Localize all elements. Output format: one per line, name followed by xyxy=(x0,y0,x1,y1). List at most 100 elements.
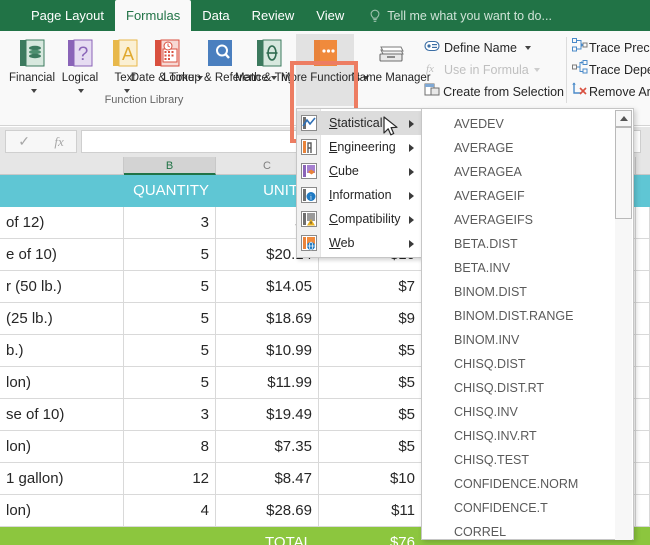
total-cell-g[interactable] xyxy=(636,527,650,545)
cell-d-10[interactable]: $11 xyxy=(319,495,422,527)
function-item[interactable]: CHISQ.DIST xyxy=(422,352,633,376)
cell-b-4[interactable]: 5 xyxy=(124,303,216,335)
cell-c-7[interactable]: $19.49 xyxy=(216,399,319,431)
cell-c-9[interactable]: $8.47 xyxy=(216,463,319,495)
cell-c-5[interactable]: $10.99 xyxy=(216,335,319,367)
define-name-button[interactable]: Define Name xyxy=(424,37,564,59)
tab-view[interactable]: View xyxy=(305,0,355,31)
cell-g-10[interactable] xyxy=(636,495,650,527)
cell-b-3[interactable]: 5 xyxy=(124,271,216,303)
total-cell-value[interactable]: $76 xyxy=(319,527,422,545)
function-item[interactable]: CHISQ.DIST.RT xyxy=(422,376,633,400)
cell-b-10[interactable]: 4 xyxy=(124,495,216,527)
cell-c-6[interactable]: $11.99 xyxy=(216,367,319,399)
function-item[interactable]: BINOM.INV xyxy=(422,328,633,352)
column-header-g[interactable] xyxy=(636,157,650,175)
cell-c-8[interactable]: $7.35 xyxy=(216,431,319,463)
menu-item-statistical[interactable]: Statistical xyxy=(297,111,421,135)
cell-d-3[interactable]: $7 xyxy=(319,271,422,303)
cell-d-7[interactable]: $5 xyxy=(319,399,422,431)
total-cell-label[interactable]: TOTAL xyxy=(216,527,319,545)
cell-a-5[interactable]: b.) xyxy=(0,335,124,367)
cell-b-5[interactable]: 5 xyxy=(124,335,216,367)
cell-b-header[interactable]: QUANTITY xyxy=(124,175,216,207)
function-item[interactable]: AVERAGEIF xyxy=(422,184,633,208)
cell-a-7[interactable]: se of 10) xyxy=(0,399,124,431)
tab-formulas[interactable]: Formulas xyxy=(115,0,191,31)
column-header-b[interactable]: B xyxy=(124,157,216,175)
cell-b-2[interactable]: 5 xyxy=(124,239,216,271)
cell-c-4[interactable]: $18.69 xyxy=(216,303,319,335)
cell-b-6[interactable]: 5 xyxy=(124,367,216,399)
column-header-a[interactable] xyxy=(0,157,124,175)
function-item[interactable]: CHISQ.TEST xyxy=(422,448,633,472)
function-item[interactable]: BETA.INV xyxy=(422,256,633,280)
total-cell-a[interactable] xyxy=(0,527,124,545)
name-manager-button[interactable]: Name Manager xyxy=(362,34,420,106)
menu-item-web[interactable]: Web xyxy=(297,231,421,255)
cell-g-2[interactable] xyxy=(636,239,650,271)
function-item[interactable]: CORREL xyxy=(422,520,633,544)
remove-arrows-button[interactable]: Remove Ar xyxy=(572,81,650,103)
cell-a-1[interactable]: of 12) xyxy=(0,207,124,239)
cell-a-header[interactable] xyxy=(0,175,124,207)
cell-g-3[interactable] xyxy=(636,271,650,303)
fx-icon[interactable]: fx xyxy=(54,134,63,150)
function-item[interactable]: AVERAGE xyxy=(422,136,633,160)
function-item[interactable]: CHISQ.INV.RT xyxy=(422,424,633,448)
cell-a-4[interactable]: (25 lb.) xyxy=(0,303,124,335)
tell-me-box[interactable]: Tell me what you want to do... xyxy=(369,0,552,31)
tab-review[interactable]: Review xyxy=(241,0,306,31)
cell-g-header[interactable] xyxy=(636,175,650,207)
function-item[interactable]: AVERAGEA xyxy=(422,160,633,184)
function-item[interactable]: AVERAGEIFS xyxy=(422,208,633,232)
cell-c-3[interactable]: $14.05 xyxy=(216,271,319,303)
trace-precedents-button[interactable]: Trace Prece xyxy=(572,37,650,59)
cell-d-4[interactable]: $9 xyxy=(319,303,422,335)
cell-a-6[interactable]: lon) xyxy=(0,367,124,399)
checkmark-icon[interactable]: ✓ xyxy=(18,133,30,150)
chevron-down-icon[interactable] xyxy=(525,46,531,50)
cell-g-4[interactable] xyxy=(636,303,650,335)
cell-b-8[interactable]: 8 xyxy=(124,431,216,463)
tab-page-layout[interactable]: Page Layout xyxy=(20,0,115,31)
function-item[interactable]: AVEDEV xyxy=(422,112,633,136)
cell-a-9[interactable]: 1 gallon) xyxy=(0,463,124,495)
cell-a-2[interactable]: e of 10) xyxy=(0,239,124,271)
cell-g-8[interactable] xyxy=(636,431,650,463)
cell-b-1[interactable]: 3 xyxy=(124,207,216,239)
cell-a-10[interactable]: lon) xyxy=(0,495,124,527)
function-item[interactable]: BINOM.DIST.RANGE xyxy=(422,304,633,328)
scrollbar-thumb[interactable] xyxy=(615,127,632,219)
scroll-up-icon[interactable] xyxy=(615,110,632,127)
cell-c-10[interactable]: $28.69 xyxy=(216,495,319,527)
cell-b-9[interactable]: 12 xyxy=(124,463,216,495)
cell-d-5[interactable]: $5 xyxy=(319,335,422,367)
trace-dependents-button[interactable]: Trace Depe xyxy=(572,59,650,81)
menu-item-compatibility[interactable]: Compatibility xyxy=(297,207,421,231)
create-from-selection-button[interactable]: Create from Selection xyxy=(424,81,564,103)
tab-data[interactable]: Data xyxy=(191,0,240,31)
submenu-scrollbar[interactable] xyxy=(615,110,632,540)
cell-d-9[interactable]: $10 xyxy=(319,463,422,495)
cell-a-3[interactable]: r (50 lb.) xyxy=(0,271,124,303)
function-item[interactable]: BETA.DIST xyxy=(422,232,633,256)
more-functions-button[interactable]: More Functions xyxy=(296,34,354,106)
menu-item-cube[interactable]: Cube xyxy=(297,159,421,183)
menu-item-information[interactable]: iInformation xyxy=(297,183,421,207)
cell-g-1[interactable] xyxy=(636,207,650,239)
cell-d-6[interactable]: $5 xyxy=(319,367,422,399)
cell-d-8[interactable]: $5 xyxy=(319,431,422,463)
cell-a-8[interactable]: lon) xyxy=(0,431,124,463)
function-item[interactable]: CONFIDENCE.NORM xyxy=(422,472,633,496)
cell-g-9[interactable] xyxy=(636,463,650,495)
cell-g-5[interactable] xyxy=(636,335,650,367)
function-item[interactable]: BINOM.DIST xyxy=(422,280,633,304)
function-item[interactable]: CONFIDENCE.T xyxy=(422,496,633,520)
cell-g-6[interactable] xyxy=(636,367,650,399)
function-item[interactable]: CHISQ.INV xyxy=(422,400,633,424)
menu-item-engineering[interactable]: Engineering xyxy=(297,135,421,159)
cell-g-7[interactable] xyxy=(636,399,650,431)
cell-b-7[interactable]: 3 xyxy=(124,399,216,431)
total-cell-b[interactable] xyxy=(124,527,216,545)
